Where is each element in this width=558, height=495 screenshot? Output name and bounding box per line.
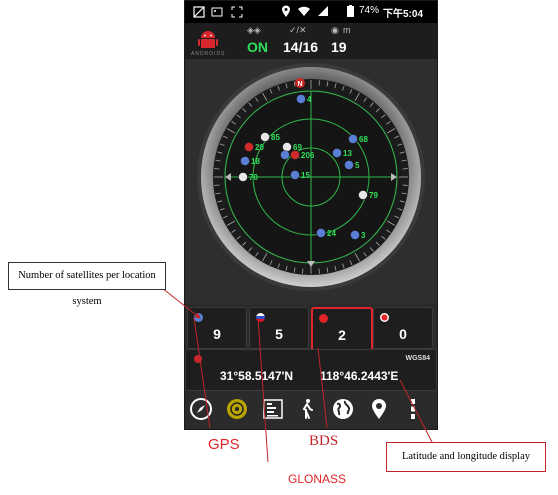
satellite-dot	[244, 142, 254, 152]
accuracy-icon: ◉	[331, 25, 339, 35]
latitude-value: 31°58.5147'N	[220, 369, 294, 383]
satellite-count: 14/16	[283, 39, 319, 55]
satellite-marker-13: 13	[332, 148, 352, 158]
wifi-icon	[298, 6, 310, 16]
app-logo-text: ANDROIDS	[191, 51, 226, 57]
bottom-toolbar	[185, 391, 437, 427]
longitude-value: 118°46.2443'E	[320, 369, 399, 383]
satellite-id-label: 70	[249, 173, 258, 182]
bds-count-card: 2	[311, 307, 373, 351]
globe-icon[interactable]	[329, 395, 357, 423]
japan-flag-icon	[380, 313, 389, 322]
satellite-id-label: 20	[255, 143, 264, 152]
satellite-dot	[290, 150, 300, 160]
phone-screen: 74% 下午5:04 ANDROIDS ◈◈ ON ✓/✕ 14/16 ◉ m …	[184, 0, 438, 430]
satellite-id-label: 79	[369, 191, 378, 200]
satellite-id-label: 24	[327, 229, 336, 238]
satellite-id-label: 85	[271, 133, 280, 142]
satellite-id-label: 18	[251, 157, 260, 166]
signal-icon	[318, 6, 328, 16]
satellite-marker-15: 15	[290, 170, 310, 180]
satellite-marker-20: 20	[244, 142, 264, 152]
satellite-marker-68: 68	[348, 134, 368, 144]
accuracy-value: 19	[331, 39, 347, 55]
annotation-bds: BDS	[309, 433, 339, 449]
satellite-dot	[350, 230, 360, 240]
coordinates-panel: WGS84 31°58.5147'N 118°46.2443'E	[185, 349, 437, 391]
battery-icon	[347, 5, 354, 17]
gps-count-card: 9	[187, 307, 247, 349]
satellite-dot	[240, 156, 250, 166]
signal-bars-icon[interactable]	[259, 395, 287, 423]
gps-info-bar: ANDROIDS ◈◈ ON ✓/✕ 14/16 ◉ m 19	[185, 23, 437, 59]
usa-flag-icon	[194, 313, 203, 322]
scan-icon	[231, 6, 243, 18]
satellite-dot	[260, 132, 270, 142]
location-pin-icon[interactable]	[365, 395, 393, 423]
russia-flag-icon	[256, 313, 265, 322]
status-bar: 74% 下午5:04	[185, 1, 437, 23]
more-icon[interactable]	[399, 395, 427, 423]
satellite-dot	[296, 94, 306, 104]
satellite-marker-24: 24	[316, 228, 336, 238]
gps-toggle-icon: ◈◈	[247, 25, 261, 35]
satellite-marker-18: 18	[240, 156, 260, 166]
satellite-dot	[358, 190, 368, 200]
accuracy-unit: m	[343, 25, 351, 35]
satellite-dot	[332, 148, 342, 158]
satellite-marker-206: 206	[290, 150, 315, 160]
satellite-id-label: 15	[301, 171, 310, 180]
location-status-icon	[194, 355, 202, 363]
annotation-glonass: GLONASS	[288, 472, 347, 486]
satellite-dot	[290, 170, 300, 180]
gps-count: 9	[213, 326, 221, 342]
satellite-id-label: 13	[343, 149, 352, 158]
gear-target-icon[interactable]	[223, 395, 251, 423]
north-label: N	[297, 81, 302, 88]
screenshot-icon	[193, 6, 205, 18]
satellite-sky-radar: N 4856820692118206135701579243	[197, 63, 425, 291]
sky-view-panel: N 4856820692118206135701579243	[185, 59, 437, 303]
satellite-id-label: 68	[359, 135, 368, 144]
datum-label: WGS84	[405, 355, 430, 362]
satellite-dot	[280, 150, 290, 160]
galileo-count-card: 0	[373, 307, 433, 349]
glonass-count-card: 5	[249, 307, 309, 349]
satellite-id-label: 4	[307, 95, 312, 104]
satellite-dot	[316, 228, 326, 238]
satellite-id-label: 3	[361, 231, 366, 240]
annotation-gps: GPS	[208, 436, 240, 453]
location-icon	[282, 5, 290, 17]
glonass-count: 5	[275, 326, 283, 342]
gps-status[interactable]: ON	[247, 39, 268, 55]
image-icon	[211, 7, 223, 17]
annotation-satellite-counts: Number of satellites per location system	[8, 262, 166, 307]
china-flag-icon	[319, 314, 328, 323]
walking-icon[interactable]	[293, 395, 321, 423]
bds-count: 2	[338, 327, 346, 343]
annotation-lat-lon: Latitude and longitude display	[386, 442, 546, 472]
satellite-dot	[348, 134, 358, 144]
compass-icon[interactable]	[187, 395, 215, 423]
satellite-fix-icon: ✓/✕	[289, 25, 307, 35]
satellite-dot	[238, 172, 248, 182]
satellite-marker-79: 79	[358, 190, 378, 200]
satellite-marker-70: 70	[238, 172, 258, 182]
battery-percent: 74%	[359, 5, 380, 16]
satellite-id-label: 5	[355, 161, 360, 170]
android-icon	[198, 31, 218, 48]
clock: 下午5:04	[383, 9, 424, 20]
satellite-dot	[344, 160, 354, 170]
satellite-id-label: 206	[301, 151, 315, 160]
satellite-marker-85: 85	[260, 132, 280, 142]
galileo-count: 0	[399, 326, 407, 342]
